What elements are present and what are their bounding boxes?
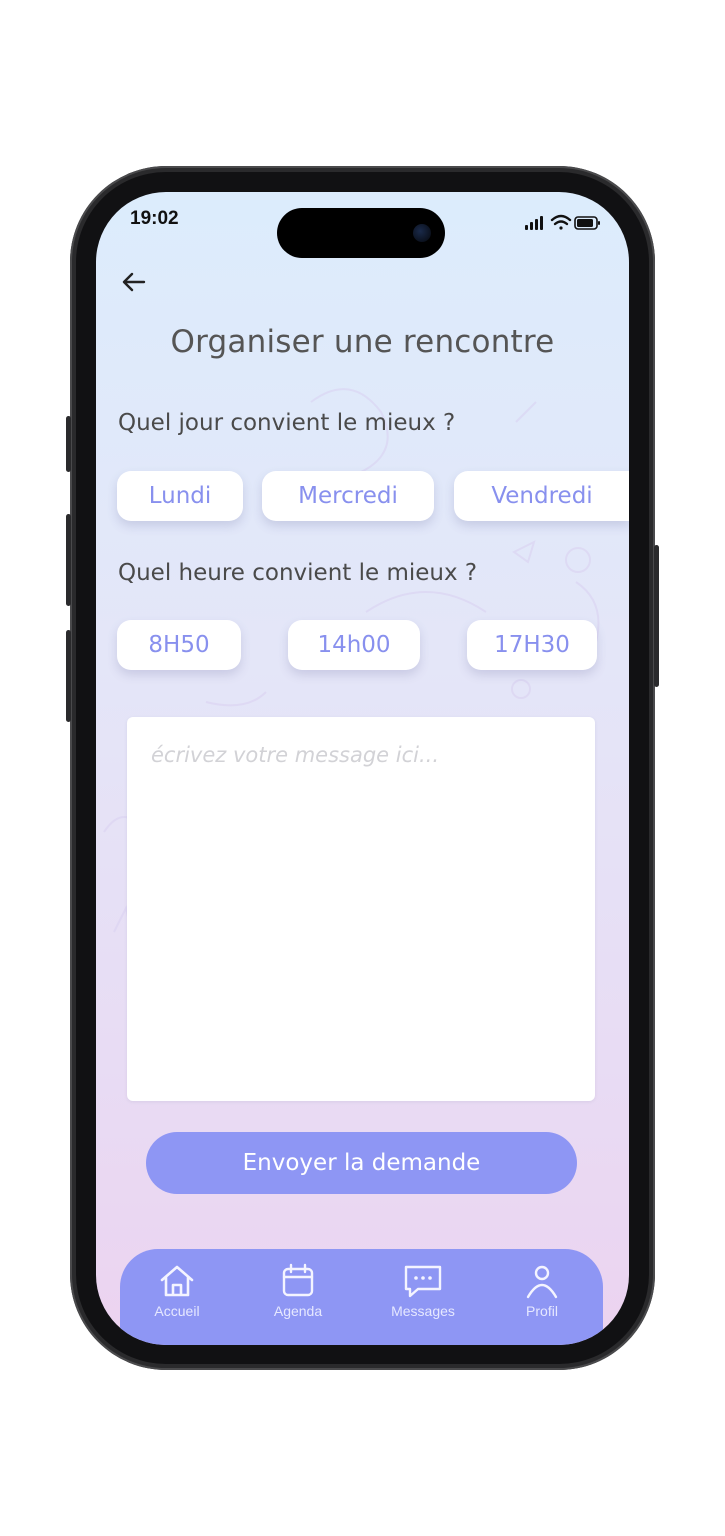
day-option-lundi[interactable]: Lundi [117,471,243,521]
phone-power-button [654,545,659,687]
time-option-8h50[interactable]: 8H50 [117,620,241,670]
phone-silent-switch [66,416,71,472]
wifi-icon [550,214,572,230]
signal-icon [525,216,543,230]
dynamic-island [277,208,445,258]
tab-accueil[interactable]: Accueil [127,1249,227,1345]
day-option-mercredi[interactable]: Mercredi [262,471,434,521]
bottom-tab-bar: Accueil Agenda Messages Profil [120,1249,603,1345]
message-placeholder: écrivez votre message ici... [151,743,440,767]
calendar-icon [282,1263,314,1297]
phone-volume-up [66,514,71,606]
chat-icon [404,1265,442,1298]
camera-lens [413,224,431,242]
phone-volume-down [66,630,71,722]
app-screen: 19:02 Organiser une rencontre Quel jour … [96,192,629,1345]
back-arrow-icon[interactable] [120,268,148,296]
tab-label-agenda: Agenda [273,1303,323,1319]
tab-label-messages: Messages [391,1303,455,1319]
home-icon [160,1265,194,1297]
tab-agenda[interactable]: Agenda [248,1249,348,1345]
battery-icon [574,216,600,230]
tab-label-accueil: Accueil [154,1303,200,1319]
status-icons [525,214,600,230]
user-icon [526,1265,558,1299]
time-option-17h30[interactable]: 17H30 [467,620,597,670]
time-option-14h00[interactable]: 14h00 [288,620,420,670]
tab-messages[interactable]: Messages [373,1249,473,1345]
time-question: Quel heure convient le mieux ? [118,560,478,586]
message-textarea[interactable]: écrivez votre message ici... [127,717,595,1101]
page-title: Organiser une rencontre [170,324,555,360]
tab-label-profil: Profil [526,1303,558,1319]
status-time: 19:02 [130,208,179,229]
tab-profil[interactable]: Profil [492,1249,592,1345]
day-question: Quel jour convient le mieux ? [118,410,456,436]
day-option-vendredi[interactable]: Vendredi [454,471,629,521]
send-request-button[interactable]: Envoyer la demande [146,1132,577,1194]
